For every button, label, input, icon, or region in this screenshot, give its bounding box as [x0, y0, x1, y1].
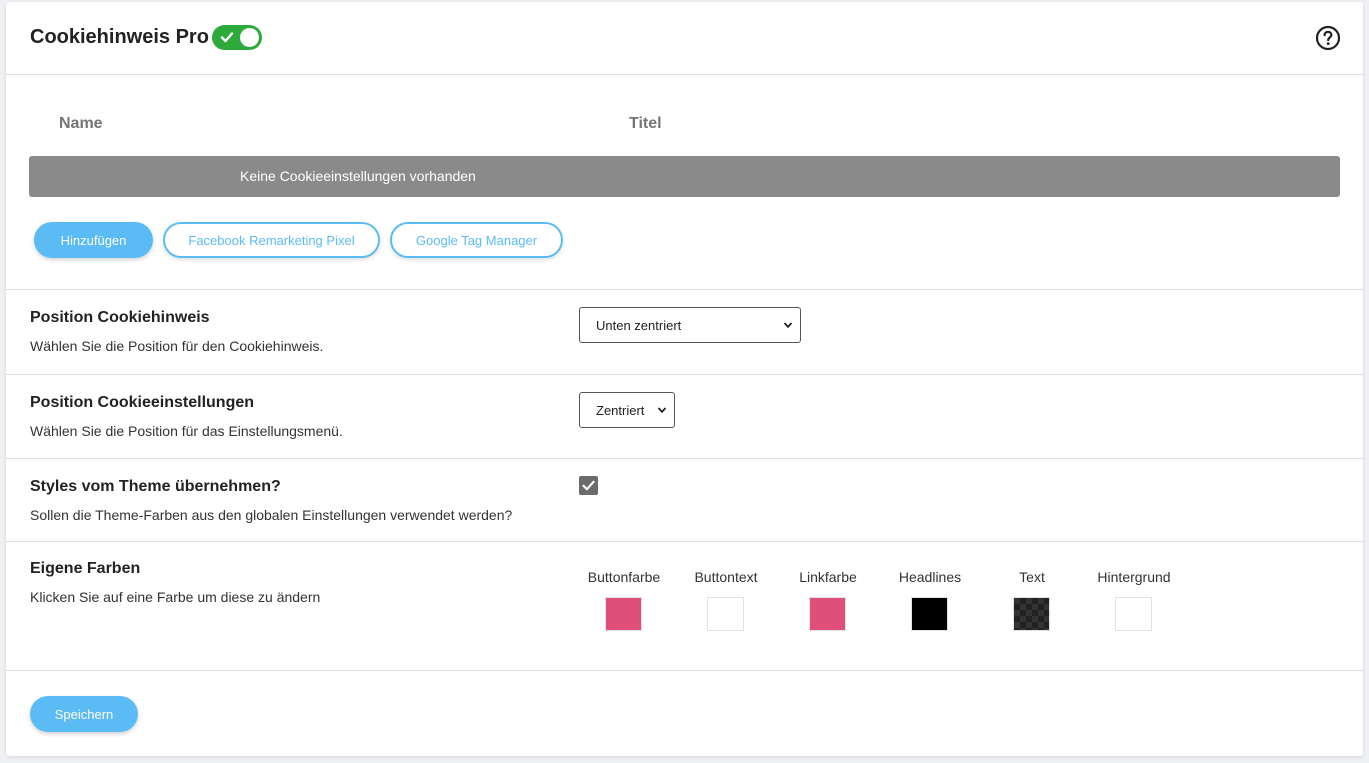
swatch-buttonfarbe[interactable] [605, 597, 642, 631]
swatch-label-buttontext: Buttontext [694, 569, 758, 585]
swatch-text[interactable] [1013, 597, 1050, 631]
facebook-remarketing-button[interactable]: Facebook Remarketing Pixel [163, 222, 380, 258]
colors-row: Eigene Farben Klicken Sie auf eine Farbe… [6, 541, 1363, 670]
position-notice-row: Position Cookiehinweis Wählen Sie die Po… [6, 289, 1363, 374]
swatch-linkfarbe[interactable] [809, 597, 846, 631]
swatch-label-headlines: Headlines [898, 569, 962, 585]
card-header: Cookiehinweis Pro [6, 2, 1363, 75]
theme-styles-checkbox[interactable] [579, 476, 598, 495]
add-button[interactable]: Hinzufügen [34, 222, 153, 258]
question-circle-icon[interactable] [1315, 25, 1341, 51]
page-title: Cookiehinweis Pro [30, 26, 209, 48]
empty-table-message: Keine Cookieeinstellungen vorhanden [29, 156, 1340, 197]
save-button[interactable]: Speichern [30, 696, 138, 732]
google-tag-manager-button[interactable]: Google Tag Manager [390, 222, 563, 258]
column-header-title: Titel [629, 115, 662, 132]
swatch-headlines[interactable] [911, 597, 948, 631]
chevron-down-icon [657, 407, 667, 414]
empty-message-text: Keine Cookieeinstellungen vorhanden [240, 168, 476, 184]
card-footer: Speichern [6, 670, 1363, 756]
check-icon [220, 32, 234, 43]
position-settings-description: Wählen Sie die Position für das Einstell… [30, 423, 343, 439]
position-notice-select[interactable]: Unten zentriert [579, 307, 801, 343]
position-notice-title: Position Cookiehinweis [30, 309, 210, 326]
swatch-label-hintergrund: Hintergrund [1097, 569, 1171, 585]
position-notice-description: Wählen Sie die Position für den Cookiehi… [30, 338, 324, 354]
settings-card: Cookiehinweis Pro Name Titel Keine Cooki… [6, 2, 1363, 756]
column-header-name: Name [59, 115, 103, 132]
swatch-label-text: Text [1019, 569, 1045, 585]
position-settings-select[interactable]: Zentriert [579, 392, 675, 428]
toggle-knob [240, 28, 259, 47]
position-notice-value: Unten zentriert [596, 317, 682, 333]
colors-description: Klicken Sie auf eine Farbe um diese zu ä… [30, 589, 321, 605]
check-icon [582, 480, 595, 491]
position-settings-value: Zentriert [596, 402, 645, 418]
swatch-label-linkfarbe: Linkfarbe [799, 569, 857, 585]
swatch-label-buttonfarbe: Buttonfarbe [587, 569, 661, 585]
position-settings-row: Position Cookieeinstellungen Wählen Sie … [6, 374, 1363, 458]
swatch-buttontext[interactable] [707, 597, 744, 631]
enable-toggle[interactable] [212, 25, 262, 50]
position-settings-title: Position Cookieeinstellungen [30, 394, 255, 411]
theme-styles-description: Sollen die Theme-Farben aus den globalen… [30, 507, 513, 523]
theme-styles-title: Styles vom Theme übernehmen? [30, 478, 281, 495]
colors-title: Eigene Farben [30, 560, 141, 577]
theme-styles-row: Styles vom Theme übernehmen? Sollen die … [6, 458, 1363, 541]
swatch-hintergrund[interactable] [1115, 597, 1152, 631]
chevron-down-icon [783, 322, 793, 329]
